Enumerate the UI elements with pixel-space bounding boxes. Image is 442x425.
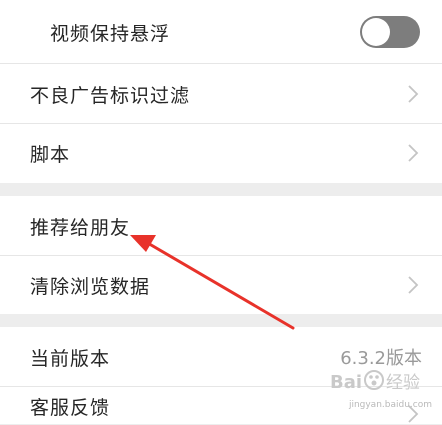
clear-data-row[interactable]: 清除浏览数据 <box>0 256 442 314</box>
video-float-toggle[interactable] <box>360 16 420 48</box>
script-label: 脚本 <box>30 144 71 166</box>
recommend-row[interactable]: 推荐给朋友 <box>0 196 442 256</box>
ad-filter-row[interactable]: 不良广告标识过滤 <box>0 64 442 124</box>
version-row: 当前版本 6.3.2版本 <box>0 327 442 387</box>
version-value: 6.3.2版本 <box>340 348 422 369</box>
clear-data-label: 清除浏览数据 <box>30 275 151 298</box>
settings-group-1: 视频保持悬浮 不良广告标识过滤 脚本 <box>0 0 442 183</box>
ad-filter-label: 不良广告标识过滤 <box>30 84 191 107</box>
settings-group-2: 推荐给朋友 清除浏览数据 <box>0 196 442 314</box>
recommend-label: 推荐给朋友 <box>30 216 131 239</box>
watermark-url: jingyan.baidu.com <box>348 400 432 410</box>
version-label: 当前版本 <box>30 347 111 370</box>
video-float-row[interactable]: 视频保持悬浮 <box>0 0 442 64</box>
video-float-label: 视频保持悬浮 <box>50 22 171 45</box>
chevron-right-icon <box>408 144 419 162</box>
feedback-label: 客服反馈 <box>30 397 111 419</box>
chevron-right-icon <box>408 85 419 103</box>
chevron-right-icon <box>408 276 419 294</box>
toggle-knob <box>362 18 390 46</box>
script-row[interactable]: 脚本 <box>0 124 442 183</box>
